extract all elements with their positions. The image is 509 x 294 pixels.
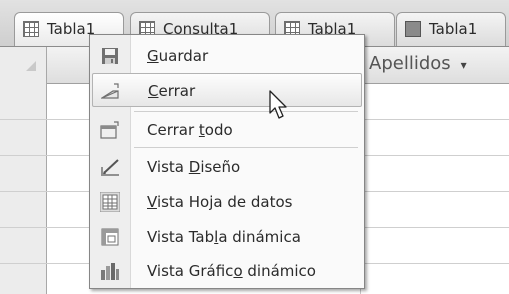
menu-item-vista-tabla-dinamica[interactable]: Vista Tabla dinámica xyxy=(92,220,362,254)
menu-separator xyxy=(134,147,358,148)
column-header-apellidos[interactable]: Apellidos ▾ xyxy=(360,47,509,83)
close-window-icon xyxy=(101,83,119,99)
tab-context-menu: Guardar Cerrar Cerrar todo Vista Diseño xyxy=(89,34,365,289)
record-selector-column xyxy=(0,47,47,294)
menu-item-cerrar[interactable]: Cerrar xyxy=(92,73,362,107)
save-icon xyxy=(102,48,118,64)
menu-separator xyxy=(134,111,358,112)
close-all-icon xyxy=(100,121,119,139)
select-all-corner[interactable] xyxy=(26,61,36,71)
menu-item-guardar[interactable]: Guardar xyxy=(92,39,362,73)
menu-item-cerrar-todo[interactable]: Cerrar todo xyxy=(92,113,362,147)
tab-tabla1-4[interactable]: Tabla1 xyxy=(396,12,506,46)
column-dropdown-icon[interactable]: ▾ xyxy=(461,58,467,72)
menu-item-vista-diseno[interactable]: Vista Diseño xyxy=(92,150,362,184)
tab-label: Tabla1 xyxy=(429,20,478,38)
column-header-label: Apellidos xyxy=(369,53,451,74)
mouse-cursor-icon xyxy=(269,90,287,119)
datasheet-view-icon xyxy=(100,192,120,212)
table-icon xyxy=(23,21,39,37)
pivot-chart-icon xyxy=(101,263,119,280)
menu-item-vista-hoja-de-datos[interactable]: Vista Hoja de datos xyxy=(92,185,362,219)
table-icon xyxy=(405,21,421,37)
design-view-icon xyxy=(101,159,119,176)
pivot-table-icon xyxy=(101,228,119,246)
menu-item-vista-grafico-dinamico[interactable]: Vista Gráfico dinámico xyxy=(92,254,362,288)
